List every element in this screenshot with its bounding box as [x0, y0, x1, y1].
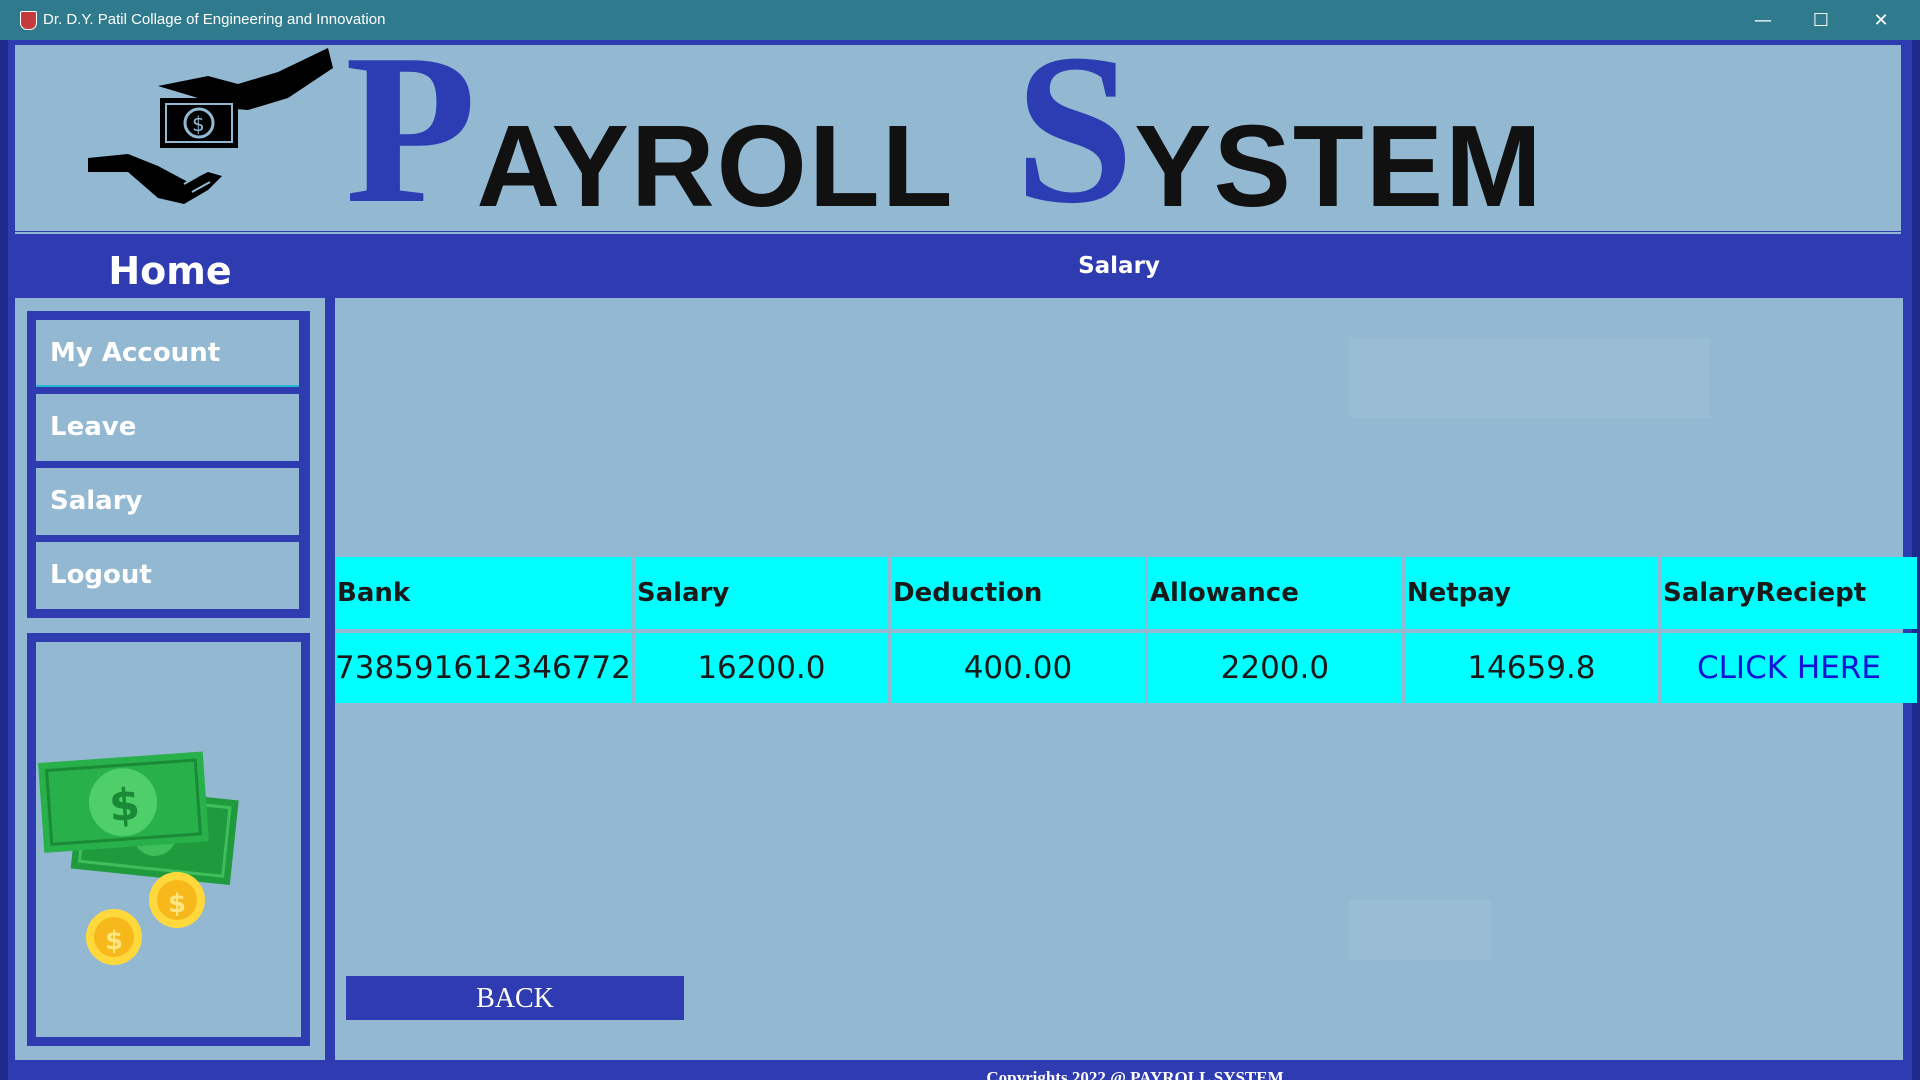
maximize-icon[interactable]: ☐: [1792, 0, 1850, 40]
sidebar-menu: My Account Leave Salary Logout: [27, 311, 310, 618]
back-button[interactable]: BACK: [346, 976, 684, 1020]
column-header-netpay: Netpay: [1404, 557, 1658, 629]
sidebar-home-header[interactable]: Home: [15, 242, 325, 298]
salary-table: Bank Salary Deduction Allowance Netpay S…: [332, 557, 1920, 703]
svg-text:$: $: [192, 112, 205, 136]
sidebar-item-salary[interactable]: Salary: [36, 468, 299, 535]
footer-copyright: Copyrights 2022 @ PAYROLL SYSTEM: [0, 1060, 1920, 1080]
background-artifact: [1350, 900, 1490, 960]
header-divider: [15, 232, 1901, 234]
background-artifact: [1350, 338, 1710, 418]
column-header-receipt: SalaryReciept: [1660, 557, 1917, 629]
salary-receipt-link[interactable]: CLICK HERE: [1660, 633, 1917, 703]
column-header-deduction: Deduction: [890, 557, 1145, 629]
cell-allowance: 2200.0: [1147, 633, 1402, 703]
column-header-salary: Salary: [634, 557, 888, 629]
illustration-panel: $ $ $: [36, 642, 301, 1037]
sidebar-item-logout[interactable]: Logout: [36, 542, 299, 609]
cell-bank: 738591612346772: [335, 633, 632, 703]
brand-initial-p: P: [345, 9, 477, 248]
brand-word-2: YSTEM: [1134, 101, 1544, 231]
brand-word-1: AYROLL: [476, 101, 955, 231]
column-header-bank: Bank: [335, 557, 632, 629]
window-title: Dr. D.Y. Patil Collage of Engineering an…: [43, 11, 386, 28]
table-header-row: Bank Salary Deduction Allowance Netpay S…: [335, 557, 1917, 629]
column-header-allowance: Allowance: [1147, 557, 1402, 629]
cell-salary: 16200.0: [634, 633, 888, 703]
app-shield-icon: [20, 11, 37, 30]
close-icon[interactable]: ✕: [1852, 0, 1910, 40]
svg-text:$: $: [105, 926, 123, 956]
money-hands-icon: $: [88, 48, 333, 213]
cash-coins-icon: $ $ $: [38, 751, 239, 965]
sidebar-item-my-account[interactable]: My Account: [36, 320, 299, 387]
minimize-icon[interactable]: —: [1734, 0, 1792, 40]
table-row: 738591612346772 16200.0 400.00 2200.0 14…: [335, 633, 1917, 703]
svg-text:$: $: [108, 779, 142, 832]
svg-text:$: $: [168, 889, 186, 919]
brand-title: PAYROLL SYSTEM: [345, 21, 1544, 236]
footer-text: Copyrights 2022 @ PAYROLL SYSTEM: [986, 1068, 1284, 1080]
sidebar-item-leave[interactable]: Leave: [36, 394, 299, 461]
illustration-box: $ $ $: [27, 633, 310, 1046]
cell-netpay: 14659.8: [1404, 633, 1658, 703]
cell-deduction: 400.00: [890, 633, 1145, 703]
page-title: Salary: [335, 242, 1903, 298]
brand-initial-s: S: [1014, 9, 1135, 248]
